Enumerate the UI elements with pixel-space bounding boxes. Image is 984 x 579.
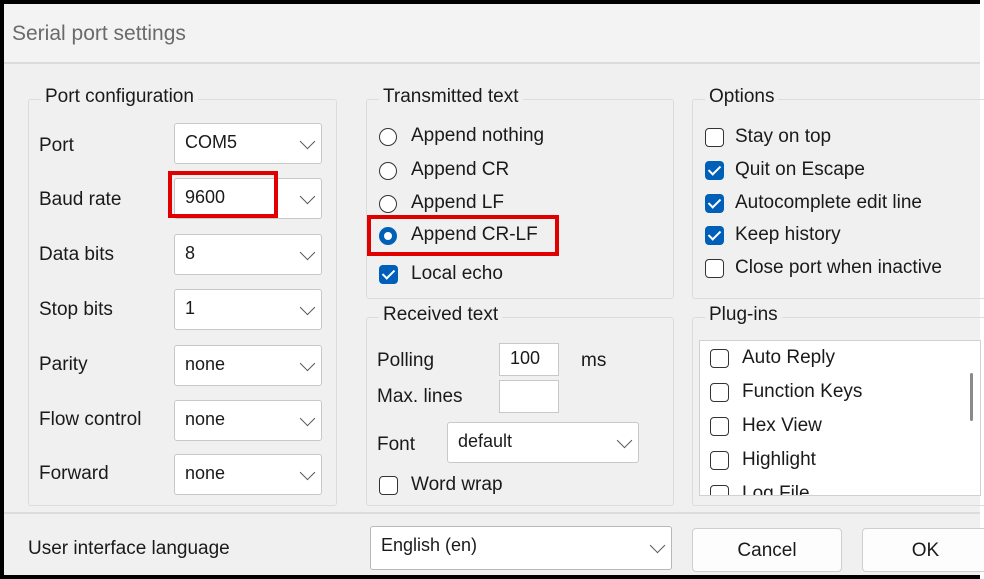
port-label: Port xyxy=(39,135,74,156)
append-cr-radio[interactable] xyxy=(379,162,397,180)
auto-reply-checkbox[interactable] xyxy=(710,349,729,368)
log-file-label: Log File xyxy=(742,483,810,496)
serial-port-settings-dialog: Serial port settings Port configuration … xyxy=(0,0,984,579)
data-bits-label: Data bits xyxy=(39,244,114,265)
autocomplete-label: Autocomplete edit line xyxy=(735,192,922,213)
highlight-checkbox[interactable] xyxy=(710,451,729,470)
highlight-label: Highlight xyxy=(742,449,816,470)
port-combo[interactable]: COM5 xyxy=(174,123,322,164)
plugins-scrollbar[interactable] xyxy=(970,373,973,421)
font-value: default xyxy=(458,431,513,451)
quit-on-escape-checkbox[interactable] xyxy=(705,161,724,180)
options-legend: Options xyxy=(705,86,779,108)
language-value: English (en) xyxy=(381,535,478,555)
plugins-group: Plug-ins Auto Reply Function Keys Hex Vi… xyxy=(692,304,984,506)
keep-history-label: Keep history xyxy=(735,224,841,245)
flow-control-value: none xyxy=(185,409,226,429)
chevron-down-icon xyxy=(299,464,316,480)
stop-bits-combo[interactable]: 1 xyxy=(174,289,322,330)
quit-on-escape-label: Quit on Escape xyxy=(735,159,865,180)
parity-label: Parity xyxy=(39,354,88,375)
chevron-down-icon xyxy=(299,133,316,149)
append-lf-radio[interactable] xyxy=(379,195,397,213)
polling-unit: ms xyxy=(581,350,607,371)
parity-combo[interactable]: none xyxy=(174,345,322,386)
append-nothing-label: Append nothing xyxy=(411,125,545,146)
function-keys-checkbox[interactable] xyxy=(710,383,729,402)
function-keys-label: Function Keys xyxy=(742,381,863,402)
append-nothing-radio[interactable] xyxy=(379,128,397,146)
stop-bits-label: Stop bits xyxy=(39,299,113,320)
dialog-title: Serial port settings xyxy=(12,22,186,45)
auto-reply-label: Auto Reply xyxy=(742,347,835,368)
stay-on-top-label: Stay on top xyxy=(735,126,832,147)
baud-rate-highlight xyxy=(168,171,278,218)
parity-value: none xyxy=(185,354,226,374)
chevron-down-icon xyxy=(299,188,316,204)
close-port-inactive-label: Close port when inactive xyxy=(735,257,942,278)
cancel-button[interactable]: Cancel xyxy=(692,528,842,572)
options-group: Options Stay on top Quit on Escape Autoc… xyxy=(692,86,984,299)
font-combo[interactable]: default xyxy=(447,422,639,463)
log-file-checkbox[interactable] xyxy=(710,485,729,495)
transmitted-text-group: Transmitted text Append nothing Append C… xyxy=(366,86,674,299)
received-text-legend: Received text xyxy=(379,304,503,326)
polling-label: Polling xyxy=(377,350,435,371)
forward-label: Forward xyxy=(39,463,109,484)
chevron-down-icon xyxy=(616,432,633,448)
keep-history-checkbox[interactable] xyxy=(705,226,724,245)
data-bits-combo[interactable]: 8 xyxy=(174,234,322,275)
plugins-list[interactable]: Auto Reply Function Keys Hex View Highli… xyxy=(699,340,981,496)
chevron-down-icon xyxy=(649,537,666,554)
append-cr-lf-highlight xyxy=(367,215,559,256)
plugins-legend: Plug-ins xyxy=(705,304,782,326)
port-configuration-legend: Port configuration xyxy=(41,86,198,108)
flow-control-label: Flow control xyxy=(39,409,142,430)
max-lines-label: Max. lines xyxy=(377,386,463,407)
word-wrap-label: Word wrap xyxy=(411,474,503,495)
word-wrap-checkbox[interactable] xyxy=(379,476,398,495)
stop-bits-value: 1 xyxy=(185,298,196,318)
local-echo-checkbox[interactable] xyxy=(379,265,398,284)
autocomplete-checkbox[interactable] xyxy=(705,194,724,213)
footer-divider xyxy=(4,512,980,514)
port-value: COM5 xyxy=(185,132,238,152)
chevron-down-icon xyxy=(299,410,316,426)
hex-view-checkbox[interactable] xyxy=(710,417,729,436)
close-port-inactive-checkbox[interactable] xyxy=(705,259,724,278)
language-combo[interactable]: English (en) xyxy=(370,526,672,570)
append-lf-label: Append LF xyxy=(411,192,504,213)
received-text-group: Received text Polling 100 ms Max. lines … xyxy=(366,304,674,506)
stay-on-top-checkbox[interactable] xyxy=(705,128,724,147)
chevron-down-icon xyxy=(299,244,316,260)
local-echo-label: Local echo xyxy=(411,263,503,284)
hex-view-label: Hex View xyxy=(742,415,822,436)
chevron-down-icon xyxy=(299,299,316,315)
forward-value: none xyxy=(185,463,226,483)
polling-input[interactable]: 100 xyxy=(499,343,559,376)
language-label: User interface language xyxy=(28,538,230,559)
max-lines-input[interactable] xyxy=(499,380,559,413)
data-bits-value: 8 xyxy=(185,243,196,263)
chevron-down-icon xyxy=(299,355,316,371)
font-label: Font xyxy=(377,434,416,455)
baud-rate-label: Baud rate xyxy=(39,189,122,210)
append-cr-label: Append CR xyxy=(411,159,510,180)
ok-button[interactable]: OK xyxy=(862,528,984,572)
forward-combo[interactable]: none xyxy=(174,454,322,495)
title-bar: Serial port settings xyxy=(4,4,980,64)
transmitted-text-legend: Transmitted text xyxy=(379,86,523,108)
port-configuration-group: Port configuration Port COM5 Baud rate 9… xyxy=(28,86,337,506)
flow-control-combo[interactable]: none xyxy=(174,400,322,441)
